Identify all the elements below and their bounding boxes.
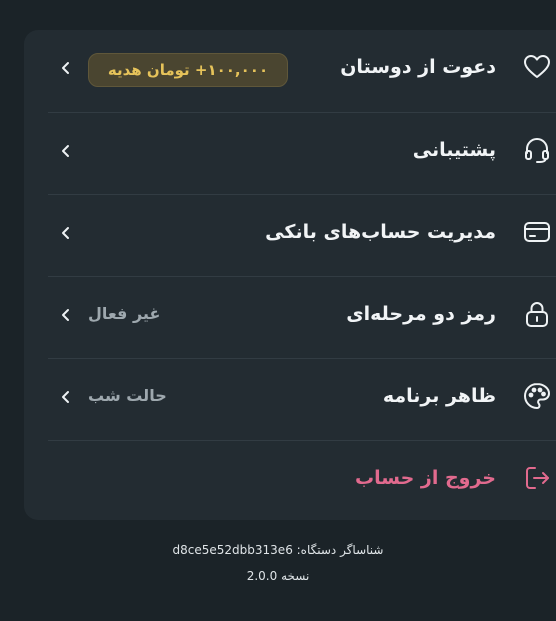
support-label: پشتیبانی <box>412 139 496 161</box>
heart-icon <box>522 52 552 82</box>
lock-icon <box>522 299 552 329</box>
gift-badge: ۱۰۰,۰۰۰+ تومان هدیه <box>88 53 288 87</box>
credit-card-icon <box>522 217 552 247</box>
chevron-left-icon <box>58 60 74 76</box>
menu-item-two-factor[interactable]: رمز دو مرحله‌ای غیر فعال <box>24 277 556 359</box>
chevron-left-icon <box>58 389 74 405</box>
chevron-left-icon <box>58 143 74 159</box>
two-factor-label: رمز دو مرحله‌ای <box>346 303 496 325</box>
device-id-text: شناساگر دستگاه: d8ce5e52dbb313e6 <box>172 543 384 557</box>
palette-icon <box>522 381 552 411</box>
version-text: نسخه 2.0.0 <box>246 569 310 583</box>
invite-friends-label: دعوت از دوستان <box>340 56 496 78</box>
two-factor-status: غیر فعال <box>88 304 161 323</box>
logout-label: خروج از حساب <box>355 467 496 489</box>
settings-menu-card: دعوت از دوستان ۱۰۰,۰۰۰+ تومان هدیه پشتیب… <box>24 30 556 520</box>
bank-accounts-label: مدیریت حساب‌های بانکی <box>265 221 496 243</box>
headset-icon <box>522 135 552 165</box>
chevron-left-icon <box>58 225 74 241</box>
logout-icon <box>522 463 552 493</box>
appearance-label: ظاهر برنامه <box>382 385 496 407</box>
chevron-left-icon <box>58 307 74 323</box>
menu-item-invite-friends[interactable]: دعوت از دوستان ۱۰۰,۰۰۰+ تومان هدیه <box>24 30 556 112</box>
menu-item-appearance[interactable]: ظاهر برنامه حالت شب <box>24 359 556 441</box>
menu-item-bank-accounts[interactable]: مدیریت حساب‌های بانکی <box>24 195 556 277</box>
theme-mode-value: حالت شب <box>88 386 167 405</box>
menu-item-support[interactable]: پشتیبانی <box>24 113 556 195</box>
logout-button[interactable]: خروج از حساب <box>24 441 556 523</box>
